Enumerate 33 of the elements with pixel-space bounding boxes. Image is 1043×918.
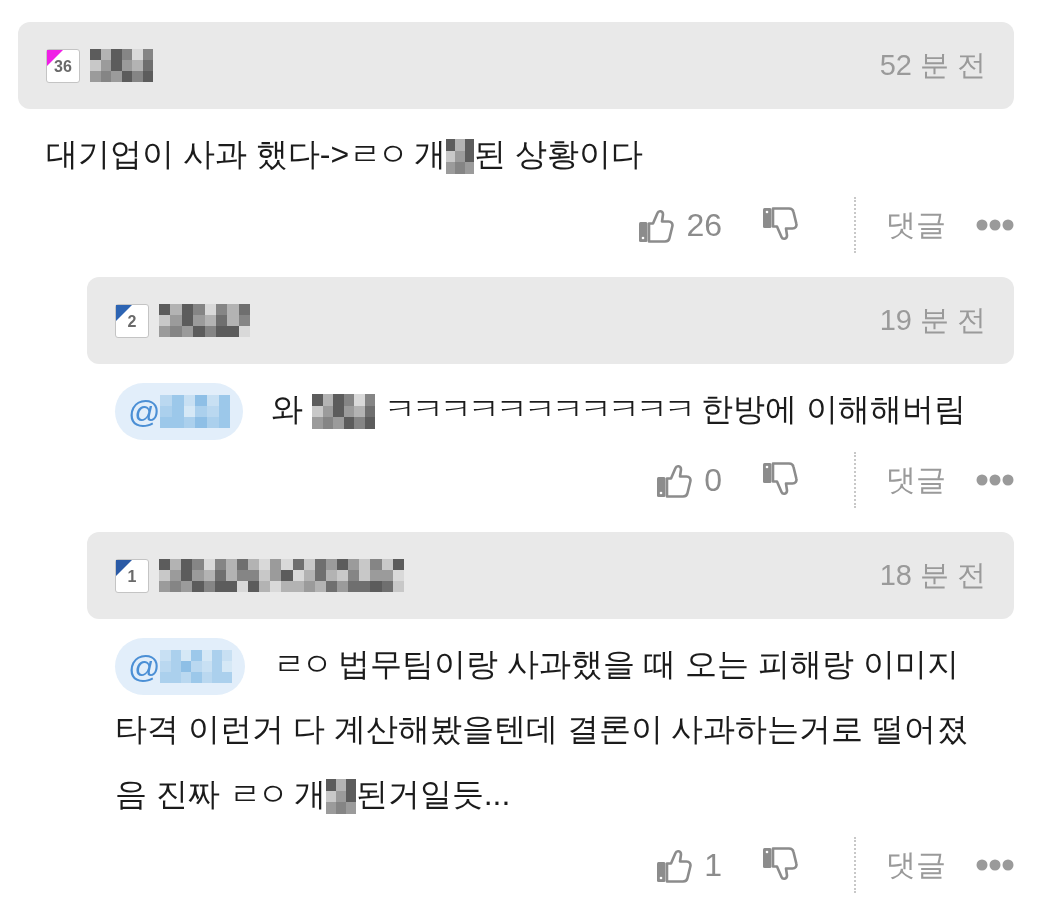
thumbs-up-icon <box>656 462 693 498</box>
thumbs-up-icon <box>638 207 675 243</box>
more-button[interactable] <box>976 859 1014 871</box>
pixelated-name-drawing <box>160 395 231 429</box>
more-dots-icon <box>976 859 1014 871</box>
mention-link[interactable]: @ <box>115 638 246 696</box>
more-dots-icon <box>976 219 1014 231</box>
reply-button[interactable]: 댓글 <box>886 465 946 495</box>
timestamp: 18 분 전 <box>879 557 986 593</box>
thumbs-down-icon <box>762 207 798 243</box>
more-button[interactable] <box>976 474 1014 486</box>
comment-text: 와 ㅋㅋㅋㅋㅋㅋㅋㅋㅋㅋㅋ 한방에 이해해버림 <box>271 391 967 427</box>
more-button[interactable] <box>976 219 1014 231</box>
more-dots-icon <box>976 474 1014 486</box>
level-number: 2 <box>127 314 137 330</box>
dislike-button[interactable] <box>762 462 798 498</box>
level-number: 36 <box>54 59 72 75</box>
comment-text: 대기업이 사과 했다->ㄹㅇ 개 된 상황이다 <box>46 136 643 172</box>
pixelated-name-drawing <box>90 49 153 82</box>
thumbs-down-icon <box>762 462 798 498</box>
like-button[interactable]: 0 <box>656 462 722 498</box>
thumbs-up-icon <box>656 847 693 883</box>
mention-link[interactable]: @ <box>115 383 244 441</box>
thumbs-down-icon <box>762 847 798 883</box>
timestamp: 52 분 전 <box>879 47 986 83</box>
dislike-button[interactable] <box>762 207 798 243</box>
like-button[interactable]: 26 <box>638 207 722 243</box>
timestamp: 19 분 전 <box>879 302 986 338</box>
like-button[interactable]: 1 <box>656 847 722 883</box>
level-number: 1 <box>127 569 137 585</box>
reply-button[interactable]: 댓글 <box>886 210 946 240</box>
dislike-button[interactable] <box>762 847 798 883</box>
reply-button[interactable]: 댓글 <box>886 850 946 880</box>
